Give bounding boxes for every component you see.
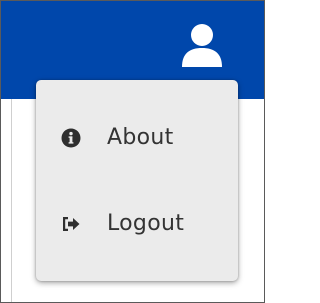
app-frame: About Logout [0,0,265,303]
menu-item-logout[interactable]: Logout [36,200,238,248]
sign-out-icon [61,214,81,234]
menu-item-about[interactable]: About [36,114,238,162]
content-divider [11,99,12,302]
menu-item-about-label: About [107,125,174,150]
user-dropdown-menu: About Logout [36,80,238,281]
info-circle-icon [61,128,81,148]
user-account-button[interactable] [178,21,226,71]
user-icon [182,24,222,67]
menu-item-logout-label: Logout [107,211,185,236]
